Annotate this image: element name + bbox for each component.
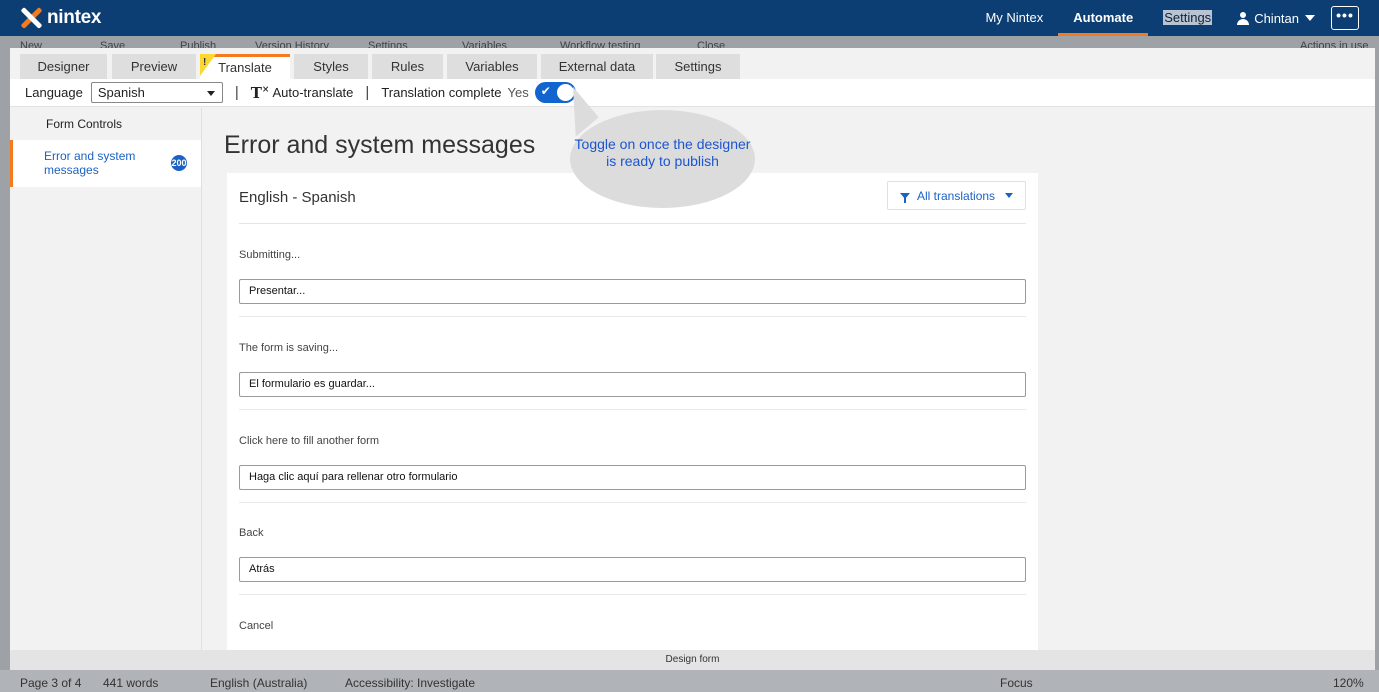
chevron-down-icon — [1005, 193, 1014, 198]
translations-filter-button[interactable]: All translations — [887, 181, 1026, 210]
toggle-state-label: Yes — [507, 85, 529, 100]
bg-settings: Settings — [368, 40, 408, 48]
tab-settings[interactable]: Settings — [656, 54, 740, 79]
background-status-bar: Page 3 of 4 441 words English (Australia… — [0, 670, 1379, 692]
source-text: The form is saving... — [239, 342, 339, 354]
auto-translate-icon[interactable]: T× — [251, 84, 270, 102]
user-icon — [1237, 11, 1250, 25]
sidebar: Form Controls Error and system messages … — [10, 108, 202, 650]
sidebar-item-label: Error and system messages — [44, 149, 136, 177]
bg-language: English (Australia) — [210, 676, 308, 690]
user-name: Chintan — [1254, 10, 1299, 26]
user-menu[interactable]: Chintan — [1227, 11, 1331, 26]
nav-settings[interactable]: Settings — [1148, 0, 1227, 36]
bg-new: New — [20, 40, 43, 48]
bg-variables: Variables — [462, 40, 508, 48]
page-title: Error and system messages — [224, 131, 536, 159]
bg-focus: Focus — [1000, 676, 1033, 690]
filter-label: All translations — [917, 188, 996, 203]
chevron-down-icon — [1305, 15, 1315, 21]
top-bar: nintex My Nintex Automate Settings Chint… — [0, 0, 1379, 36]
background-left-strip — [0, 48, 10, 670]
translation-input[interactable]: Presentar... — [239, 279, 1026, 304]
divider — [239, 594, 1026, 595]
tab-rules[interactable]: Rules — [372, 54, 443, 79]
tab-preview[interactable]: Preview — [112, 54, 196, 79]
bg-save: Save — [100, 40, 126, 48]
bg-zoom: 120% — [1333, 676, 1364, 690]
sidebar-item-error-messages[interactable]: Error and system messages 200 — [10, 140, 201, 187]
bg-publish: Publish — [180, 40, 217, 48]
form-designer-modal: Designer Preview ! Translate Styles Rule… — [10, 48, 1375, 670]
nav-my-nintex[interactable]: My Nintex — [970, 0, 1058, 36]
nav-automate[interactable]: Automate — [1058, 0, 1149, 36]
bg-actions-in-use: Actions in use — [1300, 40, 1369, 48]
tab-translate[interactable]: ! Translate — [200, 54, 290, 79]
bg-workflow-testing: Workflow testing — [560, 40, 641, 48]
bg-close: Close — [697, 40, 726, 48]
callout-text: Toggle on once the designer is ready to … — [574, 136, 751, 169]
divider: | — [234, 84, 239, 101]
check-icon: ✔ — [540, 84, 551, 98]
divider: | — [365, 84, 370, 101]
warning-glyph: ! — [203, 57, 207, 68]
tab-variables[interactable]: Variables — [447, 54, 537, 79]
divider — [239, 409, 1026, 410]
bg-word-count: 441 words — [103, 676, 159, 690]
brand-name: nintex — [47, 7, 102, 28]
background-right-strip — [1375, 48, 1379, 670]
translation-input[interactable]: El formulario es guardar... — [239, 372, 1026, 397]
divider — [239, 316, 1026, 317]
tab-styles[interactable]: Styles — [294, 54, 368, 79]
source-text: Cancel — [239, 620, 274, 632]
language-select[interactable]: Spanish — [90, 82, 223, 103]
source-text: Click here to fill another form — [239, 435, 379, 447]
language-label: Language — [25, 85, 83, 100]
nav-settings-label: Settings — [1163, 10, 1213, 25]
footer-label: Design form — [10, 650, 1375, 670]
card-title: English - Spanish — [239, 189, 356, 206]
bg-version-history: Version History — [255, 40, 329, 48]
bg-accessibility: Accessibility: Investigate — [345, 676, 476, 690]
translation-complete-label: Translation complete — [381, 85, 502, 100]
translations-card: English - Spanish All translations Submi… — [227, 173, 1038, 653]
count-badge: 200 — [171, 155, 187, 171]
top-nav: My Nintex Automate Settings Chintan ••• — [970, 0, 1379, 36]
source-text: Submitting... — [239, 249, 301, 261]
sidebar-item-form-controls[interactable]: Form Controls — [10, 117, 201, 131]
nintex-x-icon — [20, 7, 43, 29]
divider — [239, 502, 1026, 503]
translation-input[interactable]: Atrás — [239, 557, 1026, 582]
nintex-logo[interactable]: nintex — [20, 7, 101, 29]
filter-icon — [900, 192, 910, 203]
tab-designer[interactable]: Designer — [20, 54, 107, 79]
background-toolbar: New Save Publish Version History Setting… — [0, 36, 1379, 48]
source-text: Back — [239, 527, 264, 539]
tab-translate-label: Translate — [218, 60, 272, 75]
bg-page-count: Page 3 of 4 — [20, 676, 82, 690]
divider — [239, 223, 1026, 224]
more-options-button[interactable]: ••• — [1331, 6, 1359, 30]
auto-translate-button[interactable]: Auto-translate — [272, 85, 353, 100]
translation-input[interactable]: Haga clic aquí para rellenar otro formul… — [239, 465, 1026, 490]
tab-bar: Designer Preview ! Translate Styles Rule… — [10, 48, 1375, 79]
language-bar: Language Spanish | T× Auto-translate | T… — [10, 79, 1375, 107]
tab-external-data[interactable]: External data — [541, 54, 653, 79]
